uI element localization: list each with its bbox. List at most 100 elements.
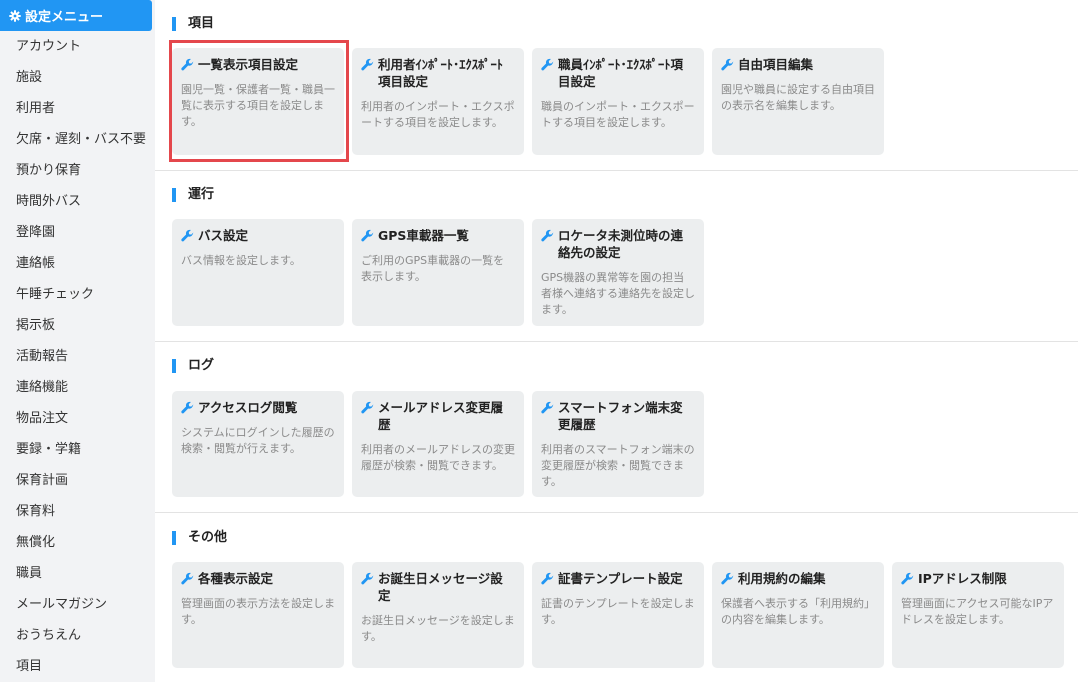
sidebar-menu: アカウント 施設 利用者 欠席・遅刻・バス不要 預かり保育 時間外バス 登降園 連絡帳 午睡チェ… [0, 31, 155, 682]
card-title: 一覧表示項目設定 [181, 56, 335, 73]
sidebar-item[interactable]: 活動報告 [0, 341, 155, 372]
card-title-label: GPS車載器一覧 [378, 228, 469, 243]
wrench-icon [361, 229, 374, 242]
card-title: 各種表示設定 [181, 570, 335, 587]
card-title: IPアドレス制限 [901, 570, 1055, 587]
settings-card[interactable]: GPS車載器一覧ご利用のGPS車載器の一覧を表示します。 [352, 219, 524, 326]
sidebar-item[interactable]: 欠席・遅刻・バス不要 [0, 124, 155, 155]
card-title: バス設定 [181, 227, 335, 244]
wrench-icon [361, 572, 374, 585]
card-title-label: アクセスログ閲覧 [198, 400, 298, 415]
wrench-icon [721, 58, 734, 71]
sidebar-item[interactable]: 施設 [0, 62, 155, 93]
card-description: 証書のテンプレートを設定します。 [541, 597, 695, 626]
wrench-icon [541, 58, 554, 71]
wrench-icon [721, 572, 734, 585]
settings-card[interactable]: メールアドレス変更履歴 利用者のメールアドレスの変更履歴が検索・閲覧できます。 [352, 391, 524, 497]
section-title: 運行 [172, 188, 214, 202]
gear-icon [9, 9, 21, 22]
settings-card[interactable]: IPアドレス制限管理画面にアクセス可能なIPアドレスを設定します。 [892, 562, 1064, 668]
section-divider [155, 341, 1078, 342]
sidebar-item[interactable]: 時間外バス [0, 186, 155, 217]
section-title: その他 [172, 531, 227, 545]
card-title-label: IPアドレス制限 [918, 571, 1007, 586]
card-title-label: メールアドレス変更履歴 [378, 400, 504, 432]
card-title-label: 職員ｲﾝﾎﾟｰﾄ･ｴｸｽﾎﾟｰﾄ項目設定 [558, 57, 684, 89]
card-title-label: 利用規約の編集 [738, 571, 826, 586]
sidebar-item[interactable]: 登降園 [0, 217, 155, 248]
sidebar-header-label: 設定メニュー [25, 10, 104, 25]
card-title-label: ロケータ未測位時の連絡先の設定 [558, 228, 684, 260]
section-divider [155, 170, 1078, 171]
card-title: GPS車載器一覧 [361, 227, 515, 244]
wrench-icon [181, 572, 194, 585]
card-title-label: スマートフォン端末変更履歴 [558, 400, 683, 432]
settings-card[interactable]: アクセスログ閲覧 システムにログインした履歴の検索・閲覧が行えます。 [172, 391, 344, 497]
card-title: ロケータ未測位時の連絡先の設定 [541, 227, 695, 261]
sidebar-item[interactable]: 要録・学籍 [0, 434, 155, 465]
sidebar-item[interactable]: 預かり保育 [0, 155, 155, 186]
card-title-label: 証書テンプレート設定 [558, 571, 683, 586]
sidebar: 設定メニュー アカウント 施設 利用者 欠席・遅刻・バス不要 預かり保育 時間外バス 登降園… [0, 0, 155, 682]
settings-card[interactable]: 自由項目編集園児や職員に設定する自由項目の表示名を編集します。 [712, 48, 884, 155]
sidebar-item[interactable]: 連絡機能 [0, 372, 155, 403]
card-title-label: 利用者ｲﾝﾎﾟｰﾄ･ｴｸｽﾎﾟｰﾄ項目設定 [378, 57, 504, 89]
settings-card[interactable]: 一覧表示項目設定園児一覧・保護者一覧・職員一覧に表示する項目を設定します。 [172, 48, 344, 155]
wrench-icon [361, 401, 374, 414]
card-description: 管理画面にアクセス可能なIPアドレスを設定します。 [901, 597, 1054, 626]
card-title: スマートフォン端末変更履歴 [541, 399, 695, 433]
sidebar-item[interactable]: 物品注文 [0, 403, 155, 434]
card-title: アクセスログ閲覧 [181, 399, 335, 416]
wrench-icon [901, 572, 914, 585]
wrench-icon [541, 229, 554, 242]
card-description: ご利用のGPS車載器の一覧を表示します。 [361, 254, 505, 283]
wrench-icon [541, 401, 554, 414]
sidebar-item[interactable]: 掲示板 [0, 310, 155, 341]
section-title: ログ [172, 359, 214, 373]
sidebar-item[interactable]: 保育料 [0, 496, 155, 527]
wrench-icon [181, 58, 194, 71]
sidebar-item[interactable]: おうちえん [0, 620, 155, 651]
settings-card[interactable]: 証書テンプレート設定証書のテンプレートを設定します。 [532, 562, 704, 668]
sidebar-item[interactable]: 保育計画 [0, 465, 155, 496]
settings-card[interactable]: 利用者ｲﾝﾎﾟｰﾄ･ｴｸｽﾎﾟｰﾄ項目設定 利用者のインポート・エクスポートする項… [352, 48, 524, 155]
section-title: 項目 [172, 17, 214, 31]
settings-card[interactable]: ロケータ未測位時の連絡先の設定 GPS機器の異常等を園の担当者様へ連絡する連絡先を… [532, 219, 704, 326]
card-title-label: 自由項目編集 [738, 57, 814, 72]
card-description: 園児一覧・保護者一覧・職員一覧に表示する項目を設定します。 [181, 83, 335, 128]
sidebar-item[interactable]: 午睡チェック [0, 279, 155, 310]
settings-card[interactable]: お誕生日メッセージ設定 お誕生日メッセージを設定します。 [352, 562, 524, 668]
sidebar-item[interactable]: 利用者 [0, 93, 155, 124]
sidebar-item[interactable]: アカウント [0, 31, 155, 62]
sidebar-header[interactable]: 設定メニュー [0, 0, 152, 31]
sidebar-item[interactable]: 連絡帳 [0, 248, 155, 279]
wrench-icon [181, 229, 194, 242]
card-description: 園児や職員に設定する自由項目の表示名を編集します。 [721, 83, 875, 112]
card-description: GPS機器の異常等を園の担当者様へ連絡する連絡先を設定します。 [541, 271, 695, 316]
card-title: 職員ｲﾝﾎﾟｰﾄ･ｴｸｽﾎﾟｰﾄ項目設定 [541, 56, 695, 90]
card-description: お誕生日メッセージを設定します。 [361, 614, 515, 643]
card-description: 利用者のスマートフォン端末の変更履歴が検索・閲覧できます。 [541, 443, 695, 488]
settings-card[interactable]: 各種表示設定管理画面の表示方法を設定します。 [172, 562, 344, 668]
card-title: 利用規約の編集 [721, 570, 875, 587]
sidebar-item[interactable]: 無償化 [0, 527, 155, 558]
card-title: 利用者ｲﾝﾎﾟｰﾄ･ｴｸｽﾎﾟｰﾄ項目設定 [361, 56, 515, 90]
card-title: 証書テンプレート設定 [541, 570, 695, 587]
card-description: 管理画面の表示方法を設定します。 [181, 597, 335, 626]
sidebar-item[interactable]: 職員 [0, 558, 155, 589]
card-description: 利用者のメールアドレスの変更履歴が検索・閲覧できます。 [361, 443, 515, 472]
card-description: バス情報を設定します。 [181, 254, 301, 267]
card-description: 保護者へ表示する「利用規約」の内容を編集します。 [721, 597, 875, 626]
sidebar-item[interactable]: メールマガジン [0, 589, 155, 620]
sidebar-item[interactable]: 項目 [0, 651, 155, 682]
settings-card[interactable]: バス設定バス情報を設定します。 [172, 219, 344, 326]
card-description: 利用者のインポート・エクスポートする項目を設定します。 [361, 100, 515, 129]
main-content: 項目 一覧表示項目設定 園児一覧・保護者一覧・職員一覧に表示する項目を設定します。利… [155, 0, 1078, 682]
settings-card[interactable]: 利用規約の編集保護者へ表示する「利用規約」の内容を編集します。 [712, 562, 884, 668]
settings-card[interactable]: スマートフォン端末変更履歴利用者のスマートフォン端末の変更履歴が検索・閲覧できま… [532, 391, 704, 497]
card-description: 職員のインポート・エクスポートする項目を設定します。 [541, 100, 695, 129]
card-title-label: バス設定 [198, 228, 249, 243]
card-title-label: お誕生日メッセージ設定 [378, 571, 503, 603]
settings-card[interactable]: 職員ｲﾝﾎﾟｰﾄ･ｴｸｽﾎﾟｰﾄ項目設定 職員のインポート・エクスポートする項目を… [532, 48, 704, 155]
card-title-label: 一覧表示項目設定 [198, 57, 299, 72]
